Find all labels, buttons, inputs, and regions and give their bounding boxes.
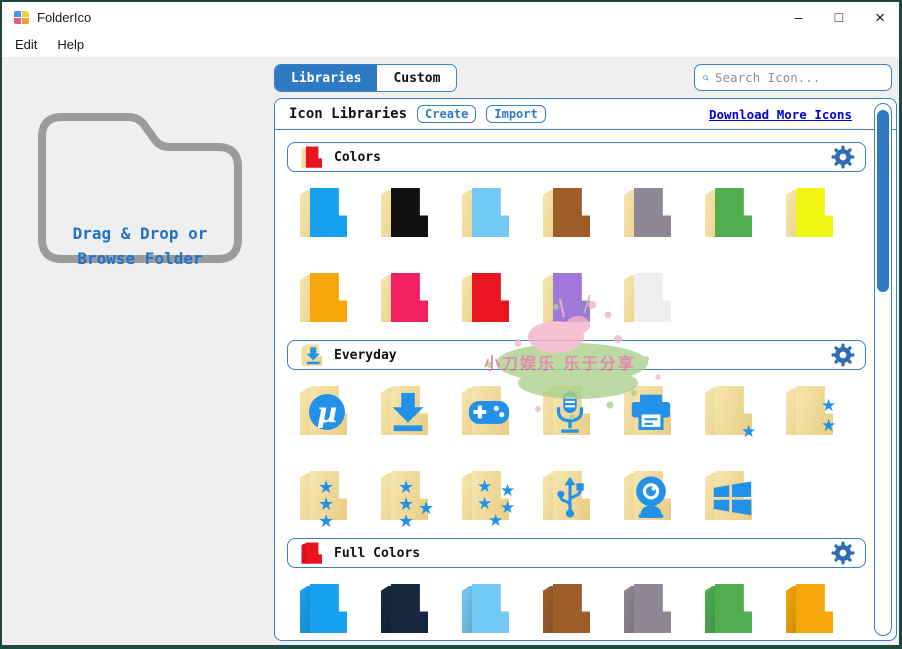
- section-header-full-colors[interactable]: Full Colors: [287, 538, 866, 568]
- folder-icon-four-star-folder[interactable]: ★★★★: [378, 468, 430, 524]
- folder-icon-usb-folder[interactable]: [540, 468, 592, 524]
- icon-grid-everyday: µ★★★★★★★★★★★★★★★: [297, 383, 896, 526]
- folder-icon-webcam-folder[interactable]: [621, 468, 673, 524]
- icon-libraries-panel: Icon Libraries Create Import Download Mo…: [274, 98, 897, 641]
- tab-libraries[interactable]: Libraries: [275, 65, 377, 91]
- section-label: Everyday: [334, 348, 397, 363]
- folder-icon-gray[interactable]: [621, 185, 673, 241]
- menu-help[interactable]: Help: [54, 35, 87, 54]
- gear-icon[interactable]: [831, 343, 855, 367]
- folder-icon-dark-navy[interactable]: [378, 581, 430, 637]
- folder-icon-brown[interactable]: [540, 581, 592, 637]
- folder-icon-games-folder[interactable]: [459, 383, 511, 439]
- folder-drop-zone[interactable]: Drag & Drop or Browse Folder: [32, 107, 248, 277]
- search-box[interactable]: [694, 64, 892, 91]
- menu-edit[interactable]: Edit: [12, 35, 40, 54]
- folder-icon-orange[interactable]: [783, 581, 835, 637]
- section-label: Full Colors: [334, 546, 420, 561]
- folder-red-full-icon: [300, 541, 324, 565]
- icon-grid-full-colors: [297, 581, 896, 639]
- star4-icon: ★★★★: [387, 475, 429, 519]
- import-button[interactable]: Import: [486, 105, 545, 123]
- folder-icon-five-star-folder[interactable]: ★★★★★: [459, 468, 511, 524]
- section-header-colors[interactable]: Colors: [287, 142, 866, 172]
- left-panel: Drag & Drop or Browse Folder: [2, 57, 272, 645]
- maximize-button[interactable]: □: [835, 10, 843, 24]
- folder-icon-sky-blue[interactable]: [459, 581, 511, 637]
- search-icon: [703, 70, 709, 86]
- title-bar: FolderIco – □ ×: [2, 2, 899, 32]
- folder-icon-green[interactable]: [702, 581, 754, 637]
- main-area: Drag & Drop or Browse Folder Libraries C…: [2, 57, 899, 645]
- icon-grid-colors: [297, 185, 896, 328]
- panel-title: Icon Libraries: [289, 106, 407, 122]
- scrollbar-thumb[interactable]: [877, 110, 889, 292]
- gear-icon[interactable]: [831, 145, 855, 169]
- folder-icon-pink[interactable]: [378, 270, 430, 326]
- svg-text:µ: µ: [317, 396, 338, 429]
- download-icon: [387, 390, 429, 434]
- utorrent-icon: µ: [306, 390, 348, 434]
- folder-icon-white[interactable]: [621, 270, 673, 326]
- folder-icon-black[interactable]: [378, 185, 430, 241]
- folder-icon-green[interactable]: [702, 185, 754, 241]
- printer-icon: [630, 390, 672, 434]
- gamepad-icon: [468, 390, 510, 434]
- folder-icon-gray[interactable]: [621, 581, 673, 637]
- webcam-icon: [630, 475, 672, 519]
- minimize-button[interactable]: –: [795, 10, 803, 24]
- folder-icon-orange[interactable]: [297, 270, 349, 326]
- create-button[interactable]: Create: [417, 105, 476, 123]
- folder-icon-red-full-mini[interactable]: [300, 541, 323, 566]
- folder-icon-audio-folder[interactable]: [540, 383, 592, 439]
- window-title: FolderIco: [37, 10, 91, 25]
- sections-area: ColorsEverydayµ★★★★★★★★★★★★★★★Full Color…: [275, 142, 896, 639]
- scrollbar-track[interactable]: [874, 103, 892, 636]
- star5-icon: ★★★★★: [468, 475, 510, 519]
- download-icon: [304, 346, 322, 365]
- star1-icon: ★: [711, 390, 753, 434]
- folder-icon-blue[interactable]: [297, 581, 349, 637]
- folder-icon-printer-folder[interactable]: [621, 383, 673, 439]
- folder-icon-two-star-folder[interactable]: ★★: [783, 383, 835, 439]
- star2-icon: ★★: [792, 390, 834, 434]
- drop-zone-label: Drag & Drop or Browse Folder: [32, 222, 248, 272]
- microphone-icon: [549, 390, 591, 434]
- menu-bar: Edit Help: [2, 32, 899, 57]
- folder-icon-download-folder[interactable]: [378, 383, 430, 439]
- libraries-header: Icon Libraries Create Import Download Mo…: [275, 99, 896, 130]
- section-header-everyday[interactable]: Everyday: [287, 340, 866, 370]
- window-controls: – □ ×: [795, 2, 885, 32]
- windows-icon: [711, 475, 753, 519]
- search-input[interactable]: [715, 70, 883, 85]
- right-panel: Libraries Custom Icon Libraries Create I…: [272, 57, 899, 645]
- app-logo-icon: [14, 11, 29, 24]
- folder-icon-blue[interactable]: [297, 185, 349, 241]
- folder-icon-three-star-folder[interactable]: ★★★: [297, 468, 349, 524]
- folder-icon-red[interactable]: [459, 270, 511, 326]
- download-more-icons-link[interactable]: Download More Icons: [709, 107, 852, 122]
- usb-icon: [549, 475, 591, 519]
- folder-icon-one-star-folder[interactable]: ★: [702, 383, 754, 439]
- folder-icon-utorrent-folder[interactable]: µ: [297, 383, 349, 439]
- close-button[interactable]: ×: [875, 9, 885, 26]
- star3-icon: ★★★: [306, 475, 348, 519]
- folder-icon-sky-blue[interactable]: [459, 185, 511, 241]
- tab-custom[interactable]: Custom: [377, 65, 456, 91]
- folder-icon-download-mini[interactable]: [300, 343, 323, 368]
- folder-download-icon: [300, 343, 324, 367]
- folder-icon-yellow[interactable]: [783, 185, 835, 241]
- folder-icon-purple[interactable]: [540, 270, 592, 326]
- section-label: Colors: [334, 150, 381, 165]
- folder-icon-windows-folder[interactable]: [702, 468, 754, 524]
- folder-icon-brown[interactable]: [540, 185, 592, 241]
- folder-red-front-icon: [300, 145, 324, 169]
- gear-icon[interactable]: [831, 541, 855, 565]
- app-window: FolderIco – □ × Edit Help Drag & Drop or…: [0, 0, 902, 649]
- tab-bar: Libraries Custom: [274, 64, 457, 92]
- folder-icon-red-mini[interactable]: [300, 145, 323, 170]
